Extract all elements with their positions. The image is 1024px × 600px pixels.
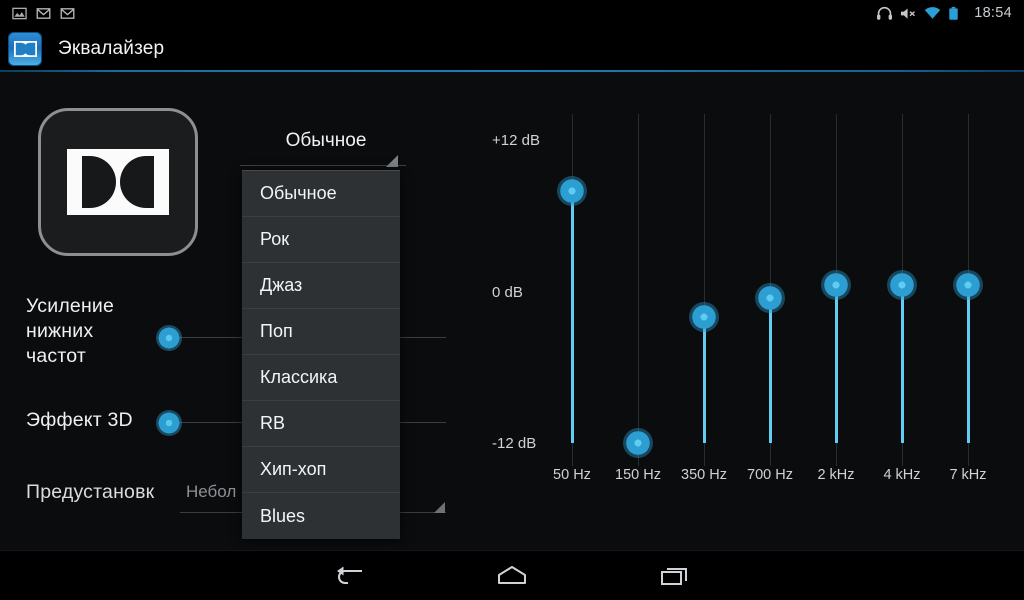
preset-dropdown-menu[interactable]: Обычное Рок Джаз Поп Классика RB Хип-хоп…: [242, 170, 400, 539]
nav-recents-button[interactable]: [648, 560, 704, 592]
page-title: Эквалайзер: [58, 38, 165, 59]
gmail-icon: [60, 6, 75, 21]
preset-spinner-selected: Обычное: [285, 130, 367, 151]
equalizer-gridline: [638, 114, 639, 466]
bass-boost-label-line1: Усиление: [26, 295, 115, 317]
preset-row[interactable]: Предустановк: [26, 480, 154, 505]
dropdown-item-7[interactable]: Blues: [242, 493, 400, 539]
bass-boost-label-line3: частот: [26, 345, 87, 367]
preset-value: Небол: [186, 482, 237, 501]
headphones-icon: [876, 6, 893, 21]
gmail-icon: [36, 6, 51, 21]
equalizer-band-thumb[interactable]: [821, 270, 851, 301]
nav-back-button[interactable]: [322, 560, 378, 592]
home-icon: [498, 566, 526, 584]
dolby-d-right: [120, 156, 154, 208]
dolby-app-icon[interactable]: [8, 32, 42, 66]
equalizer-band-thumb[interactable]: [755, 282, 785, 313]
dropdown-item-6[interactable]: Хип-хоп: [242, 447, 400, 493]
recents-icon: [661, 568, 687, 585]
status-bar-clock: 18:54: [974, 5, 1012, 21]
bass-boost-thumb[interactable]: [156, 325, 182, 351]
equalizer-band-thumb[interactable]: [557, 175, 587, 206]
status-bar: 18:54: [0, 0, 1024, 26]
back-icon: [337, 566, 362, 584]
equalizer-band-thumb[interactable]: [887, 270, 917, 301]
equalizer-band-bar: [901, 285, 904, 443]
navigation-bar: [0, 550, 1024, 600]
equalizer-chart[interactable]: +12 dB 0 dB -12 dB 50 Hz 150 Hz 350 Hz 700 Hz…: [470, 72, 1024, 550]
bass-boost-row: Усиление нижних частот: [26, 294, 114, 369]
nav-home-button[interactable]: [484, 560, 540, 592]
dropdown-item-2[interactable]: Джаз: [242, 263, 400, 309]
equalizer-band-bar: [703, 316, 706, 443]
status-bar-system-icons: 18:54: [876, 5, 1024, 21]
equalizer-db-label: +12 dB: [492, 132, 540, 149]
effect-3d-label: Эффект 3D: [26, 409, 133, 431]
equalizer-band-bar: [571, 190, 574, 443]
status-bar-notifications: [0, 6, 75, 21]
dolby-double-d-logo: [67, 149, 169, 215]
dropdown-item-1[interactable]: Рок: [242, 217, 400, 263]
screenshot-icon: [12, 6, 27, 21]
equalizer-band-thumb[interactable]: [953, 270, 983, 301]
app-screen: 18:54 Эквалайзер Усиление нижних частот: [0, 0, 1024, 600]
main-content: Усиление нижних частот Эффект 3D Предуст…: [0, 72, 1024, 550]
battery-icon: [948, 6, 963, 21]
equalizer-band-thumb[interactable]: [689, 301, 719, 332]
preset-spinner-underline: [240, 165, 406, 166]
dropdown-item-0[interactable]: Обычное: [242, 171, 400, 217]
volume-mute-icon: [900, 6, 916, 21]
preset-label: Предустановк: [26, 481, 155, 503]
equalizer-band-bar: [769, 297, 772, 443]
equalizer-db-label: -12 dB: [492, 435, 537, 452]
wifi-icon: [924, 6, 941, 21]
equalizer-band-bar: [967, 285, 970, 443]
dolby-d-left: [82, 156, 116, 208]
dropdown-item-5[interactable]: RB: [242, 401, 400, 447]
dolby-logo-badge: [38, 108, 198, 256]
equalizer-band-thumb[interactable]: [623, 428, 653, 458]
preset-spinner[interactable]: Обычное: [240, 130, 406, 167]
preset-chevron-down-icon[interactable]: [434, 502, 445, 513]
equalizer-frequency-label: 7 kHz: [949, 467, 987, 483]
equalizer-db-label: 0 dB: [492, 283, 523, 301]
equalizer-band-bar: [835, 285, 838, 443]
effect-3d-thumb[interactable]: [156, 410, 182, 436]
dropdown-item-3[interactable]: Поп: [242, 309, 400, 355]
effect-3d-row: Эффект 3D: [26, 408, 133, 433]
bass-boost-label-line2: нижних: [26, 320, 94, 342]
preset-spinner-chevron-down-icon[interactable]: [386, 155, 398, 167]
action-bar: Эквалайзер: [0, 26, 1024, 72]
dropdown-item-4[interactable]: Классика: [242, 355, 400, 401]
